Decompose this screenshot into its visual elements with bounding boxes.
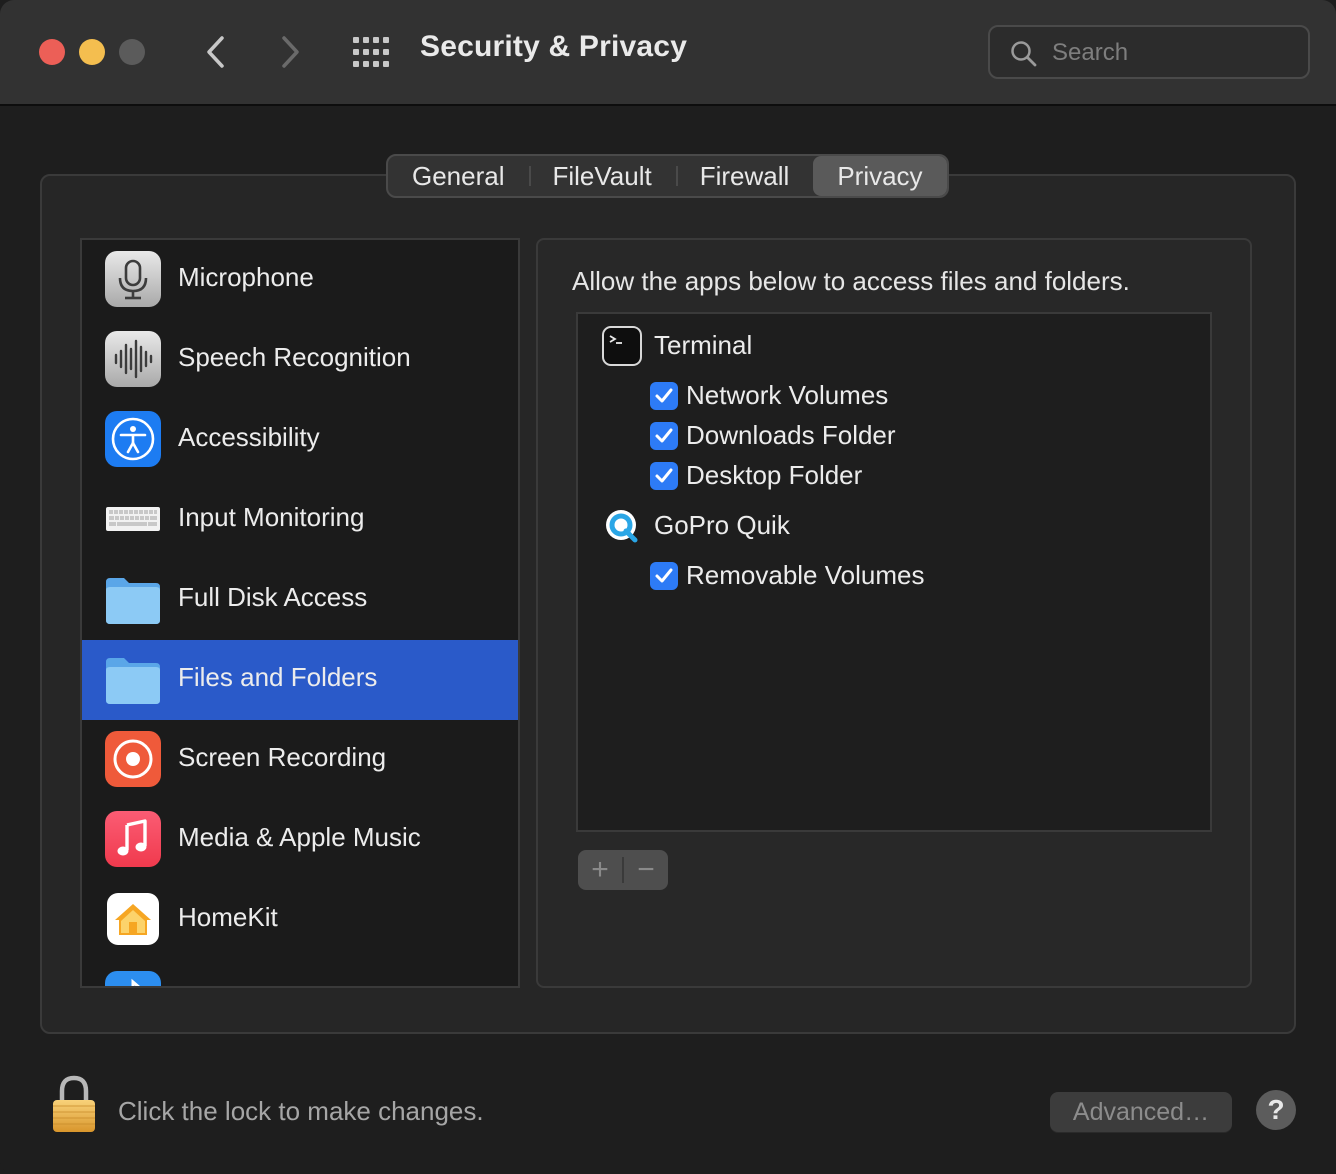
permission-label: Removable Volumes [686,560,925,590]
chevron-right-icon [282,36,299,68]
waveform-icon [105,331,161,387]
privacy-category-list[interactable]: Microphone Speech Recognition Accessibil… [80,238,520,988]
permission-label: Network Volumes [686,380,889,410]
sidebar-item-label: Speech Recognition [178,342,411,372]
sidebar-item-label: HomeKit [178,902,278,932]
sidebar-item-label: Full Disk Access [178,582,368,612]
tab-firewall[interactable]: Firewall [675,156,814,196]
pane-description: Allow the apps below to access files and… [572,266,1130,296]
permission-label: Downloads Folder [686,420,896,450]
sidebar-item-full-disk-access[interactable]: Full Disk Access [82,560,518,640]
help-button[interactable]: ? [1256,1090,1296,1130]
back-button[interactable] [196,30,236,74]
titlebar: Security & Privacy [0,0,1336,106]
home-icon [107,893,159,945]
show-all-button[interactable] [350,34,390,70]
checkmark-icon [655,428,673,443]
grid-icon [353,37,389,67]
lock-message: Click the lock to make changes. [118,1096,484,1126]
sidebar-item-microphone[interactable]: Microphone [82,240,518,320]
search-icon [1011,41,1037,67]
remove-app-button[interactable]: − [624,850,668,890]
keyboard-icon [106,507,160,531]
permission-label: Desktop Folder [686,460,863,490]
window-title: Security & Privacy [420,30,688,63]
sidebar-item-accessibility[interactable]: Accessibility [82,400,518,480]
terminal-icon [602,326,642,366]
tab-filevault[interactable]: FileVault [528,156,676,196]
checkbox-network-volumes[interactable] [650,382,678,410]
zoom-button[interactable] [119,39,145,65]
sidebar-item-files-and-folders[interactable]: Files and Folders [82,640,518,720]
window: Security & Privacy General FileVault Fir… [0,0,1336,1174]
tab-general[interactable]: General [388,156,529,196]
microphone-icon [105,251,161,307]
app-permission-list[interactable]: Terminal Network Volumes Downloads Folde… [576,312,1212,832]
sidebar-item-media-apple-music[interactable]: Media & Apple Music [82,800,518,880]
sidebar-item-label: Input Monitoring [178,502,365,532]
folder-icon [106,658,160,704]
checkmark-icon [655,468,673,483]
chevron-left-icon [207,36,224,68]
folder-icon [106,578,160,624]
sidebar-item-partial[interactable] [82,960,518,986]
close-button[interactable] [39,39,65,65]
gopro-quik-icon [606,510,638,543]
sidebar-item-label: Screen Recording [178,742,387,772]
search-field[interactable] [988,25,1310,79]
checkbox-desktop-folder[interactable] [650,462,678,490]
checkbox-removable-volumes[interactable] [650,562,678,590]
sidebar-item-label: Microphone [178,262,314,292]
sidebar-item-speech-recognition[interactable]: Speech Recognition [82,320,518,400]
lock-icon[interactable] [50,1074,98,1134]
screen-record-icon [105,731,161,787]
accessibility-icon [105,411,161,467]
checkbox-downloads-folder[interactable] [650,422,678,450]
music-note-icon [105,811,161,867]
sidebar-item-input-monitoring[interactable]: Input Monitoring [82,480,518,560]
forward-button[interactable] [270,30,310,74]
checkmark-icon [655,388,673,403]
minimize-button[interactable] [79,39,105,65]
advanced-button[interactable]: Advanced… [1050,1092,1232,1132]
sidebar-item-label: Media & Apple Music [178,822,421,852]
bluetooth-icon [105,971,161,986]
add-app-button[interactable]: + [578,850,622,890]
app-name-terminal: Terminal [654,330,753,360]
sidebar-item-homekit[interactable]: HomeKit [82,880,518,960]
tab-privacy[interactable]: Privacy [813,156,947,196]
add-remove-control: + − [578,850,668,890]
sidebar-item-label: Accessibility [178,422,320,452]
checkmark-icon [655,568,673,583]
sidebar-item-label: Files and Folders [178,662,378,692]
app-name-gopro-quik: GoPro Quik [654,510,790,540]
sidebar-item-screen-recording[interactable]: Screen Recording [82,720,518,800]
tab-bar: General FileVault Firewall Privacy [386,154,949,198]
search-input[interactable] [1050,37,1294,69]
